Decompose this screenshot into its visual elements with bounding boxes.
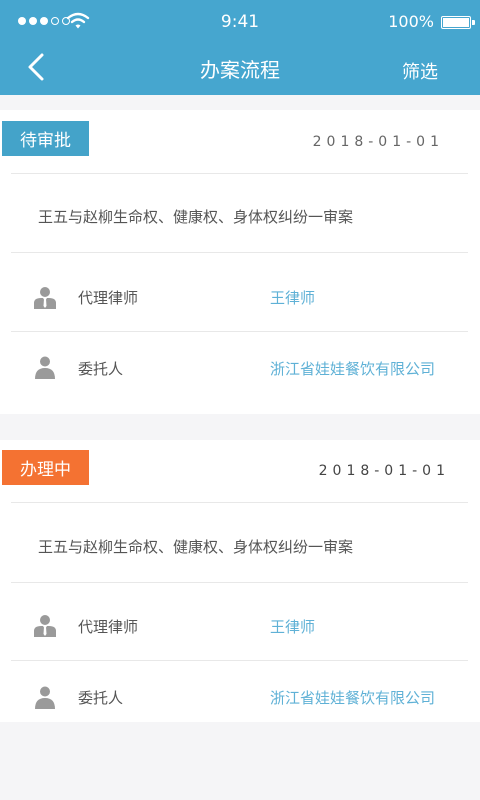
client-label: 委托人 xyxy=(78,689,124,707)
lawyer-value[interactable]: 王律师 xyxy=(270,287,315,308)
divider xyxy=(11,502,468,503)
battery-icon xyxy=(441,16,475,29)
client-value[interactable]: 浙江省娃娃餐饮有限公司 xyxy=(270,358,435,379)
lawyer-label: 代理律师 xyxy=(78,289,139,307)
client-label: 委托人 xyxy=(78,360,124,378)
lawyer-value[interactable]: 王律师 xyxy=(270,616,315,637)
lawyer-icon xyxy=(34,615,56,637)
client-icon xyxy=(35,356,55,379)
filter-button[interactable]: 筛选 xyxy=(402,58,438,84)
lawyer-icon xyxy=(34,287,56,309)
client-icon xyxy=(35,686,55,709)
divider xyxy=(11,252,468,253)
divider xyxy=(11,660,468,661)
status-bar: 9:41 100% xyxy=(0,0,480,44)
header-bar: 9:41 100% 办案流程 筛选 xyxy=(0,0,480,95)
case-date: 2018-01-01 xyxy=(312,134,444,150)
status-badge: 待审批 xyxy=(2,121,89,156)
case-date: 2018-01-01 xyxy=(318,463,450,479)
divider xyxy=(11,582,468,583)
case-card[interactable]: 办理中 2018-01-01 王五与赵柳生命权、健康权、身体权纠纷一审案 代理律… xyxy=(0,440,480,722)
client-value[interactable]: 浙江省娃娃餐饮有限公司 xyxy=(270,687,435,708)
divider xyxy=(11,331,468,332)
case-card[interactable]: 待审批 2018-01-01 王五与赵柳生命权、健康权、身体权纠纷一审案 代理律… xyxy=(0,110,480,414)
status-badge: 办理中 xyxy=(2,450,89,485)
case-name: 王五与赵柳生命权、健康权、身体权纠纷一审案 xyxy=(38,538,354,556)
divider xyxy=(11,173,468,174)
lawyer-label: 代理律师 xyxy=(78,618,139,636)
battery-percent: 100% xyxy=(388,12,434,31)
case-name: 王五与赵柳生命权、健康权、身体权纠纷一审案 xyxy=(38,208,354,226)
